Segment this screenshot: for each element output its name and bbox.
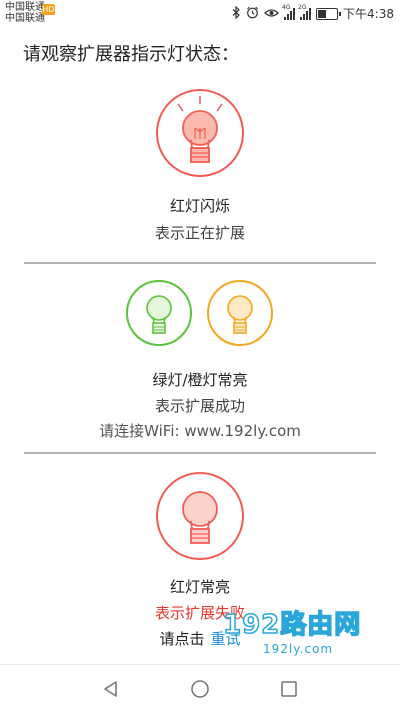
watermark-big-text: 192路由网 [222, 609, 362, 641]
carrier-label-2: 中国联通 [5, 13, 45, 24]
back-triangle-icon [104, 681, 117, 697]
home-button[interactable] [187, 677, 213, 701]
eye-icon [264, 7, 279, 21]
state-title-red-blinking: 红灯闪烁 [169, 197, 230, 215]
green-bulb-icon [125, 279, 193, 351]
page-instruction: 请观察扩展器指示灯状态： [23, 44, 239, 65]
clock-time: 下午4:38 [343, 7, 394, 21]
recents-square-icon [281, 681, 297, 697]
network-type-1: 4G [282, 3, 291, 11]
signal-icon-2: 2G [298, 4, 312, 20]
divider [24, 262, 376, 264]
signal-icon-1: 4G [282, 4, 296, 20]
red-solid-bulb-icon [155, 471, 245, 565]
red-blinking-bulb-icon [155, 88, 245, 182]
wifi-connect-hint: 请连接WiFi: www.192ly.com [99, 422, 301, 440]
carrier-label-1: 中国联通 [5, 2, 45, 13]
retry-prefix: 请点击 [159, 630, 205, 648]
network-type-2: 2G [298, 3, 307, 11]
status-icons: 4G 2G 下午4:38 [232, 4, 394, 22]
watermark-small-text: 192ly.com [263, 642, 334, 656]
alarm-icon [246, 6, 259, 22]
state-desc-red-blinking: 表示正在扩展 [154, 224, 245, 242]
orange-bulb-icon [206, 279, 274, 351]
hd-badge: HD [42, 4, 55, 15]
navigation-bar [0, 664, 400, 712]
watermark-logo: 192路由网 192ly.com [222, 604, 393, 664]
state-title-red-solid: 红灯常亮 [169, 578, 230, 596]
state-desc-success: 表示扩展成功 [154, 397, 245, 415]
bluetooth-icon [232, 5, 241, 22]
divider [24, 452, 376, 454]
battery-icon [316, 7, 342, 20]
back-button[interactable] [98, 677, 124, 701]
state-title-success: 绿灯/橙灯常亮 [152, 371, 248, 389]
recents-button[interactable] [276, 677, 302, 701]
home-circle-icon [191, 680, 209, 698]
battery-level-fill [318, 9, 327, 18]
status-bar: 中国联通 中国联通 HD 4G 2G 下午4:38 [0, 0, 400, 26]
